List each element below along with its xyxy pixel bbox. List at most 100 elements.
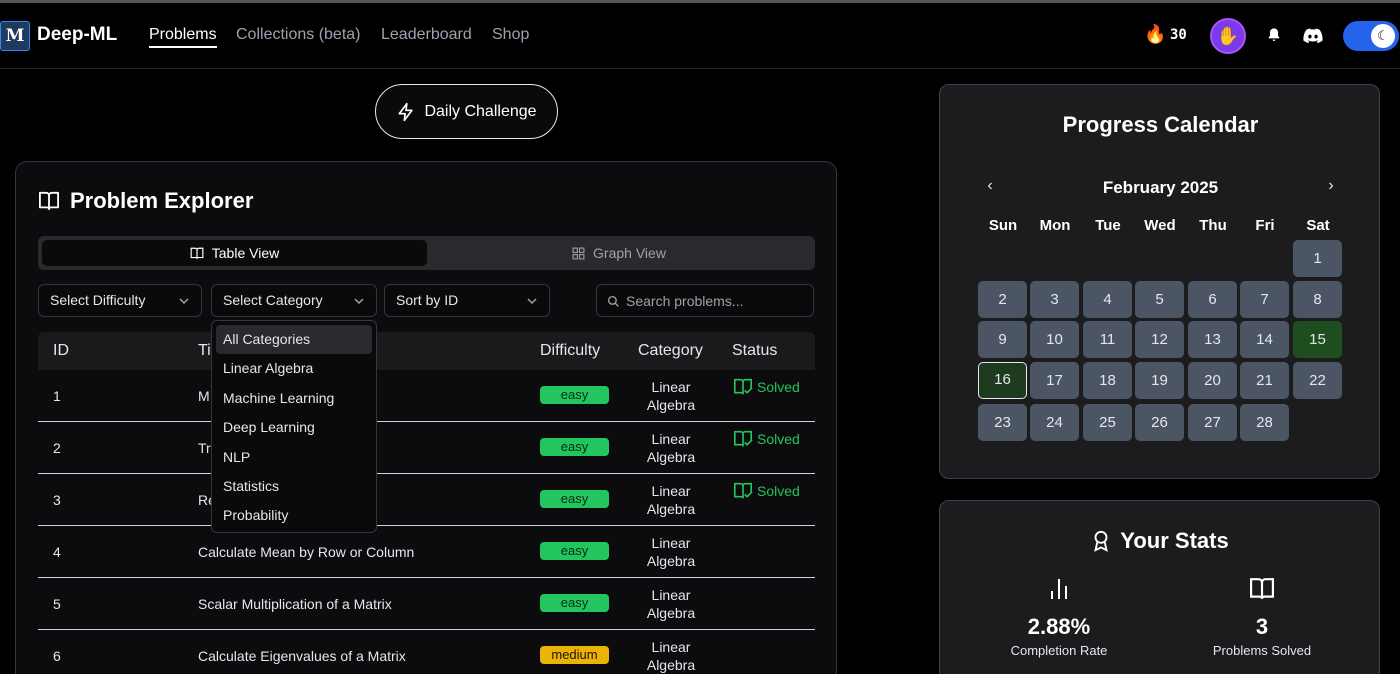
search-input[interactable] <box>626 285 806 316</box>
col-difficulty[interactable]: Difficulty <box>540 342 600 360</box>
category-line-2: Algebra <box>646 657 696 673</box>
weekday-mon: Mon <box>1039 217 1071 234</box>
explorer-title: Problem Explorer <box>38 188 253 214</box>
sort-select-value: Sort by ID <box>396 292 459 308</box>
calendar-day-12[interactable]: 12 <box>1135 321 1184 358</box>
category-line-1: Linear <box>651 483 691 499</box>
difficulty-select[interactable]: Select Difficulty <box>38 284 202 317</box>
your-stats-panel: Your Stats 2.88% Completion Rate 3 Probl… <box>939 500 1380 674</box>
row-status: Solved <box>733 482 800 500</box>
col-category[interactable]: Category <box>638 342 703 360</box>
table-header: ID Ti Difficulty Category Status <box>38 332 815 370</box>
table-row[interactable]: 5 Scalar Multiplication of a Matrix easy… <box>38 578 815 630</box>
graph-view-tab[interactable]: Graph View <box>427 240 811 266</box>
status-text: Solved <box>757 431 800 447</box>
row-id: 1 <box>53 388 61 404</box>
calendar-day-11[interactable]: 11 <box>1083 321 1132 358</box>
calendar-day-19[interactable]: 19 <box>1135 362 1184 399</box>
row-title[interactable]: M <box>198 388 210 404</box>
calendar-day-18[interactable]: 18 <box>1083 362 1132 399</box>
calendar-month: February 2025 <box>1102 178 1219 197</box>
row-id: 3 <box>53 492 61 508</box>
table-row[interactable]: 4 Calculate Mean by Row or Column easy L… <box>38 526 815 578</box>
calendar-day-22[interactable]: 22 <box>1293 362 1342 399</box>
category-line-1: Linear <box>651 587 691 603</box>
table-row[interactable]: 1 M easy Linear Algebra Solved <box>38 370 815 422</box>
category-line-1: Linear <box>651 379 691 395</box>
calendar-day-23[interactable]: 23 <box>978 404 1027 441</box>
chevron-down-icon <box>527 298 537 305</box>
calendar-day-5[interactable]: 5 <box>1135 281 1184 318</box>
calendar-day-25[interactable]: 25 <box>1083 404 1132 441</box>
calendar-day-16[interactable]: 16 <box>978 362 1027 399</box>
row-id: 6 <box>53 648 61 664</box>
nav-problems[interactable]: Problems <box>149 26 217 48</box>
category-line-2: Algebra <box>646 449 696 465</box>
weekday-thu: Thu <box>1199 217 1227 234</box>
row-id: 4 <box>53 544 61 560</box>
discord-icon[interactable] <box>1303 28 1323 44</box>
calendar-day-7[interactable]: 7 <box>1240 281 1289 318</box>
category-option-machine-learning[interactable]: Machine Learning <box>216 384 372 413</box>
sort-select[interactable]: Sort by ID <box>384 284 550 317</box>
col-title[interactable]: Ti <box>198 342 211 360</box>
col-id[interactable]: ID <box>53 342 69 360</box>
calendar-day-6[interactable]: 6 <box>1188 281 1237 318</box>
table-view-label: Table View <box>211 245 280 261</box>
graph-view-label: Graph View <box>593 245 666 261</box>
table-row[interactable]: 2 Tr easy Linear Algebra Solved <box>38 422 815 474</box>
calendar-day-9[interactable]: 9 <box>978 321 1027 358</box>
nav-leaderboard[interactable]: Leaderboard <box>381 26 472 44</box>
category-option-linear-algebra[interactable]: Linear Algebra <box>216 354 372 383</box>
calendar-day-20[interactable]: 20 <box>1188 362 1237 399</box>
category-option-probability[interactable]: Probability <box>216 501 372 530</box>
row-category: Linear Algebra <box>638 586 704 622</box>
table-row[interactable]: 3 Re easy Linear Algebra Solved <box>38 474 815 526</box>
table-row[interactable]: 6 Calculate Eigenvalues of a Matrix medi… <box>38 630 815 674</box>
difficulty-badge: easy <box>540 542 609 560</box>
difficulty-badge: easy <box>540 490 609 508</box>
daily-challenge-button[interactable]: Daily Challenge <box>375 84 558 139</box>
calendar-day-28[interactable]: 28 <box>1240 404 1289 441</box>
row-title[interactable]: Calculate Mean by Row or Column <box>198 544 414 560</box>
progress-calendar: Progress Calendar ‹ February 2025 › Sun … <box>939 84 1380 479</box>
calendar-day-4[interactable]: 4 <box>1083 281 1132 318</box>
category-dropdown-menu: All Categories Linear Algebra Machine Le… <box>211 320 377 533</box>
calendar-day-2[interactable]: 2 <box>978 281 1027 318</box>
nav-shop[interactable]: Shop <box>492 26 529 44</box>
table-view-tab[interactable]: Table View <box>42 240 427 266</box>
nav-collections[interactable]: Collections (beta) <box>236 26 361 44</box>
calendar-title: Progress Calendar <box>1062 112 1259 137</box>
category-select[interactable]: Select Category <box>211 284 377 317</box>
brand-name[interactable]: Deep-ML <box>37 24 117 46</box>
calendar-day-21[interactable]: 21 <box>1240 362 1289 399</box>
calendar-day-3[interactable]: 3 <box>1030 281 1079 318</box>
calendar-day-14[interactable]: 14 <box>1240 321 1289 358</box>
calendar-day-27[interactable]: 27 <box>1188 404 1237 441</box>
book-icon <box>39 191 59 211</box>
deep-ml-logo[interactable]: M <box>0 21 30 51</box>
calendar-day-1[interactable]: 1 <box>1293 240 1342 277</box>
calendar-day-10[interactable]: 10 <box>1030 321 1079 358</box>
calendar-day-26[interactable]: 26 <box>1135 404 1184 441</box>
chevron-right-icon[interactable]: › <box>1321 177 1341 197</box>
theme-toggle[interactable]: ☾ <box>1343 21 1399 51</box>
calendar-day-17[interactable]: 17 <box>1030 362 1079 399</box>
user-avatar[interactable]: ✋ <box>1210 18 1246 54</box>
calendar-day-24[interactable]: 24 <box>1030 404 1079 441</box>
stats-title-text: Your Stats <box>1120 528 1229 553</box>
row-title[interactable]: Tr <box>198 440 211 456</box>
category-option-nlp[interactable]: NLP <box>216 443 372 472</box>
calendar-day-8[interactable]: 8 <box>1293 281 1342 318</box>
weekday-wed: Wed <box>1144 217 1176 234</box>
row-title[interactable]: Scalar Multiplication of a Matrix <box>198 596 392 612</box>
calendar-day-13[interactable]: 13 <box>1188 321 1237 358</box>
col-status[interactable]: Status <box>732 342 777 360</box>
bell-icon[interactable] <box>1266 27 1282 43</box>
row-title[interactable]: Calculate Eigenvalues of a Matrix <box>198 648 406 664</box>
row-category: Linear Algebra <box>638 378 704 414</box>
category-option-statistics[interactable]: Statistics <box>216 472 372 501</box>
calendar-day-15[interactable]: 15 <box>1293 321 1342 358</box>
category-option-all[interactable]: All Categories <box>216 325 372 355</box>
category-option-deep-learning[interactable]: Deep Learning <box>216 413 372 442</box>
